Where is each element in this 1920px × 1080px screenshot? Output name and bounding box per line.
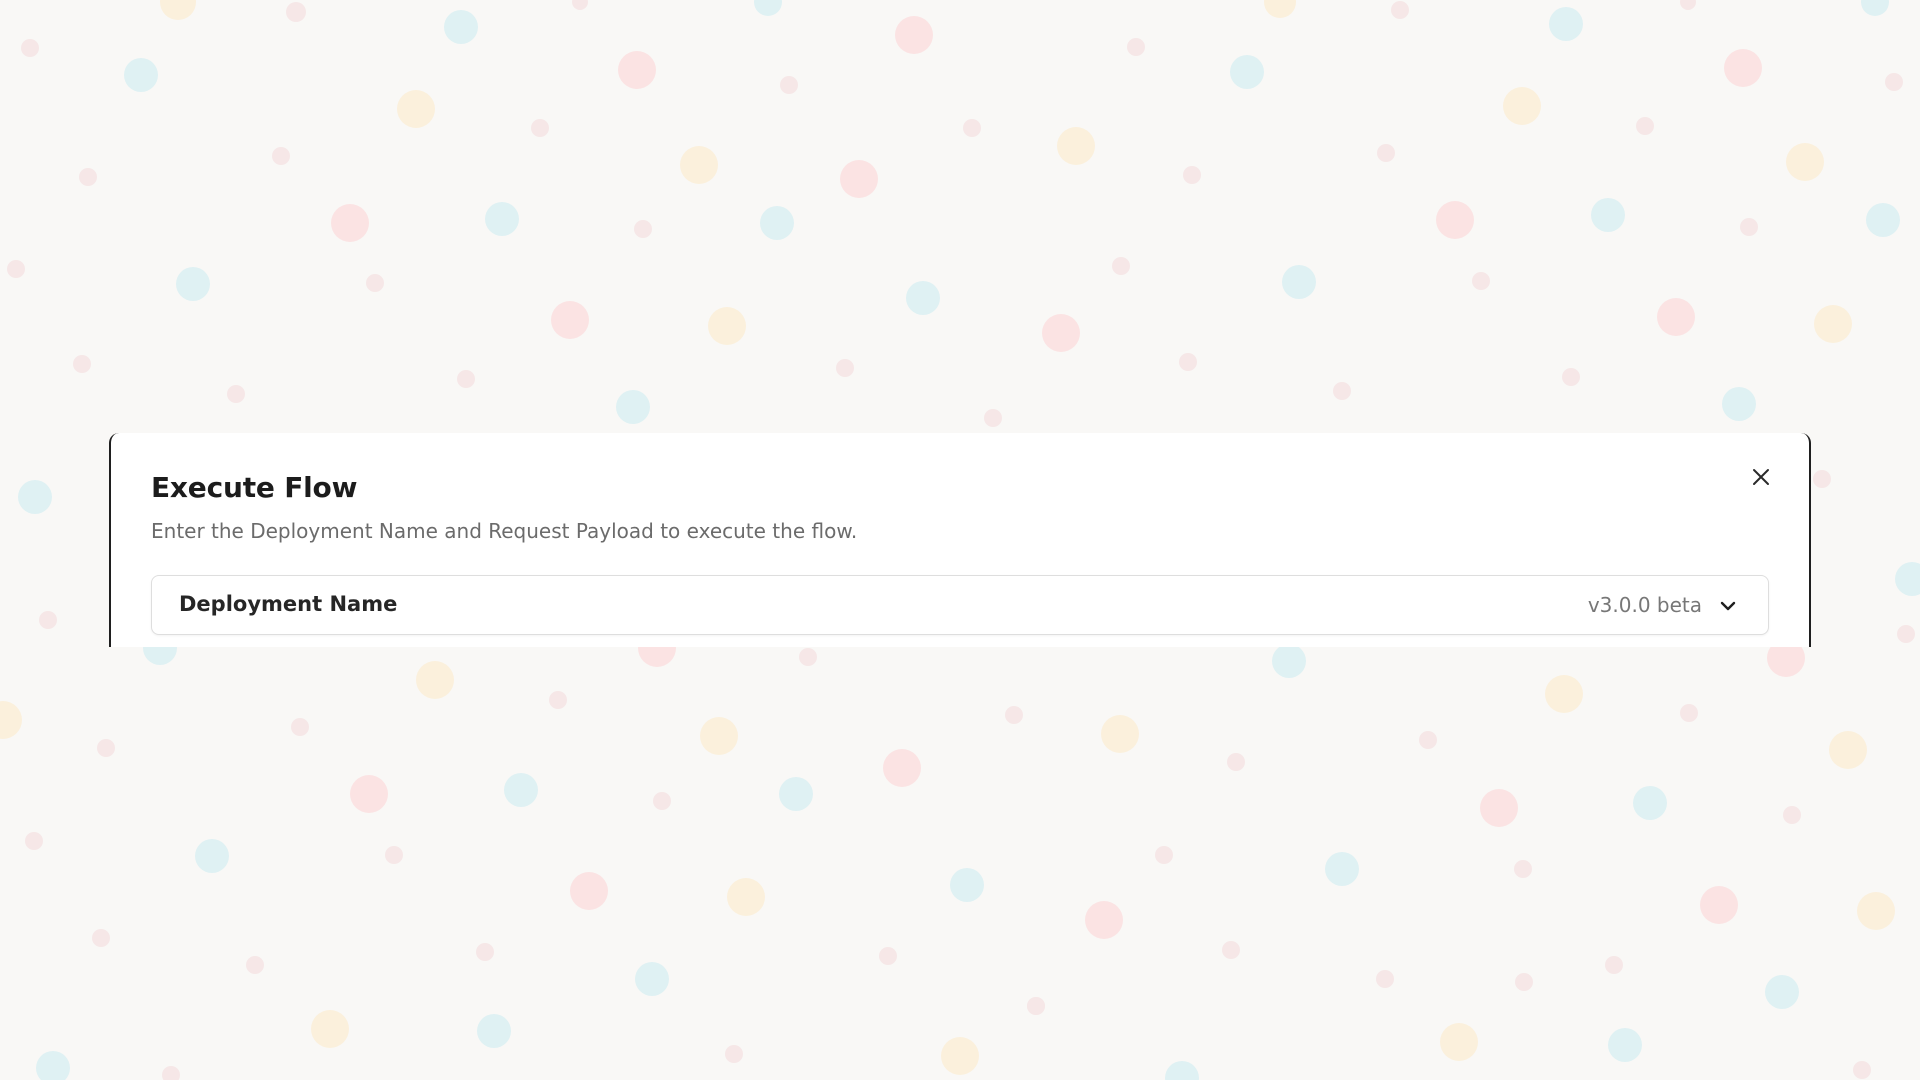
version-label: v3.0.0 beta [1587, 593, 1702, 617]
deployment-name-select[interactable]: Deployment Name v3.0.0 beta [151, 575, 1769, 635]
dialog-subtitle: Enter the Deployment Name and Request Pa… [151, 519, 858, 543]
close-icon [1753, 469, 1769, 485]
chevron-down-icon[interactable] [1718, 596, 1738, 616]
execute-flow-dialog: Execute Flow Enter the Deployment Name a… [109, 433, 1811, 647]
dialog-title: Execute Flow [151, 471, 358, 504]
deployment-name-label: Deployment Name [179, 592, 398, 616]
close-button[interactable] [1743, 459, 1779, 495]
